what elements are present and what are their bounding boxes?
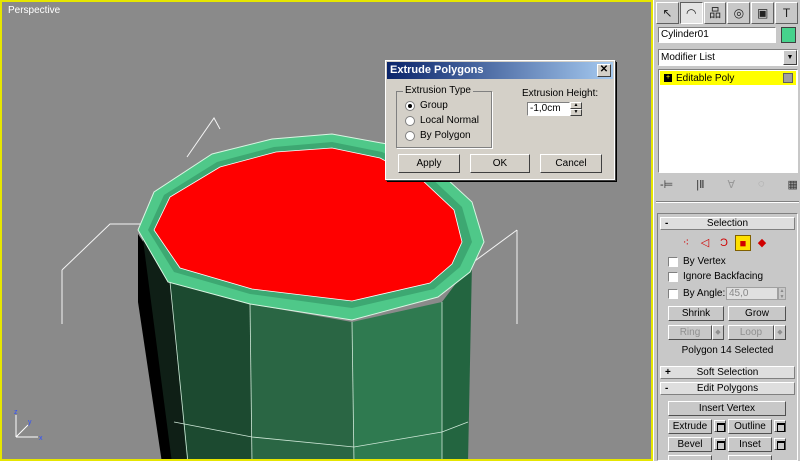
ring-button[interactable]: Ring bbox=[668, 325, 712, 340]
radio-by-polygon-indicator[interactable] bbox=[405, 130, 415, 141]
ignore-backfacing-checkbox[interactable]: Ignore Backfacing bbox=[668, 271, 763, 282]
edit-polygons-rollout-header[interactable]: - Edit Polygons bbox=[660, 382, 795, 395]
expand-icon: + bbox=[665, 367, 671, 378]
object-name-field[interactable]: Cylinder01 bbox=[658, 27, 776, 43]
radio-group-label[interactable]: Group bbox=[420, 100, 448, 111]
outline-settings-icon[interactable] bbox=[774, 420, 786, 432]
edit-polygons-title: Edit Polygons bbox=[696, 383, 759, 394]
radio-group-indicator[interactable] bbox=[405, 100, 415, 111]
hierarchy-icon[interactable]: 品 bbox=[703, 2, 727, 24]
ring-spinner-icon[interactable]: ◆ bbox=[712, 325, 724, 340]
display-icon[interactable]: ▣ bbox=[751, 2, 775, 24]
light-bulb-icon[interactable] bbox=[783, 73, 793, 83]
border-icon[interactable]: Ɔ bbox=[716, 235, 732, 251]
stack-item-editable-poly[interactable]: + Editable Poly bbox=[660, 71, 796, 85]
inset-button[interactable]: Inset bbox=[728, 437, 772, 452]
by-angle-checkbox[interactable]: By Angle: bbox=[668, 288, 725, 299]
radio-group[interactable]: Group bbox=[405, 100, 448, 111]
selection-rollout-header[interactable]: - Selection bbox=[660, 217, 795, 230]
sub-object-toolbar: ⁖ ◁ Ɔ ■ ◆ bbox=[678, 235, 770, 251]
extrude-button[interactable]: Extrude bbox=[668, 419, 712, 434]
grow-button[interactable]: Grow bbox=[728, 306, 786, 321]
radio-local-normal-indicator[interactable] bbox=[405, 115, 415, 126]
modify-icon[interactable]: ◠ bbox=[679, 2, 703, 24]
selection-rollout-title: Selection bbox=[706, 218, 749, 229]
bevel-button[interactable]: Bevel bbox=[668, 437, 712, 452]
cancel-button[interactable]: Cancel bbox=[540, 154, 602, 173]
angle-input[interactable]: 45,0 bbox=[726, 287, 778, 300]
selection-status: Polygon 14 Selected bbox=[681, 345, 774, 356]
extrusion-height-input[interactable]: -1,0cm bbox=[527, 102, 570, 116]
extrusion-type-label: Extrusion Type bbox=[403, 85, 473, 96]
stack-item-label: Editable Poly bbox=[676, 72, 735, 84]
svg-text:y: y bbox=[28, 419, 32, 426]
extrusion-height-label: Extrusion Height: bbox=[522, 88, 599, 99]
apply-button[interactable]: Apply bbox=[398, 154, 460, 173]
collapse-icon: - bbox=[665, 218, 669, 229]
make-unique-icon[interactable]: ∀ bbox=[728, 178, 736, 194]
modifier-stack[interactable]: + Editable Poly bbox=[658, 69, 798, 173]
motion-icon[interactable]: ◎ bbox=[727, 2, 751, 24]
rollout-area[interactable]: - Selection ⁖ ◁ Ɔ ■ ◆ By Vertex Ignore B… bbox=[657, 213, 798, 461]
utilities-icon[interactable]: T bbox=[775, 2, 798, 24]
extrude-settings-icon[interactable] bbox=[714, 420, 726, 432]
panel-divider bbox=[656, 201, 799, 203]
ok-button[interactable]: OK bbox=[470, 154, 530, 173]
soft-selection-rollout-header[interactable]: + Soft Selection bbox=[660, 366, 795, 379]
insert-vertex-button[interactable]: Insert Vertex bbox=[668, 401, 786, 416]
stack-toolbar: -⊨ |Ⅱ ∀ ◌ ▦ bbox=[660, 178, 798, 194]
spinner-up-icon[interactable]: ▲ bbox=[570, 102, 582, 109]
radio-local-normal-label[interactable]: Local Normal bbox=[420, 115, 479, 126]
element-icon[interactable]: ◆ bbox=[754, 235, 770, 251]
polygon-icon[interactable]: ■ bbox=[735, 235, 751, 251]
angle-spinner-icon[interactable]: ▲ ▼ bbox=[778, 287, 786, 300]
bevel-settings-icon[interactable] bbox=[714, 438, 726, 450]
shrink-button[interactable]: Shrink bbox=[668, 306, 724, 321]
edge-icon[interactable]: ◁ bbox=[697, 235, 713, 251]
vertex-icon[interactable]: ⁖ bbox=[678, 235, 694, 251]
close-icon[interactable]: ✕ bbox=[597, 64, 611, 77]
ignore-backfacing-label[interactable]: Ignore Backfacing bbox=[683, 271, 763, 282]
collapse-icon: - bbox=[665, 383, 669, 394]
partial-button-left[interactable] bbox=[668, 455, 712, 460]
pin-stack-icon[interactable]: -⊨ bbox=[660, 178, 673, 194]
modifier-list-label: Modifier List bbox=[661, 52, 715, 63]
configure-sets-icon[interactable]: ▦ bbox=[788, 178, 798, 194]
radio-local-normal[interactable]: Local Normal bbox=[405, 115, 479, 126]
object-color-swatch[interactable] bbox=[781, 27, 796, 43]
cylinder-mesh[interactable] bbox=[137, 133, 485, 461]
panel-tabbar: ↖ ◠ 品 ◎ ▣ T bbox=[656, 2, 799, 24]
create-icon[interactable]: ↖ bbox=[656, 2, 679, 24]
chevron-down-icon[interactable]: ▼ bbox=[783, 50, 797, 65]
by-angle-label[interactable]: By Angle: bbox=[683, 288, 725, 299]
loop-button[interactable]: Loop bbox=[728, 325, 774, 340]
loop-spinner-icon[interactable]: ◆ bbox=[774, 325, 786, 340]
extrusion-type-group: Extrusion Type Group Local Normal By Pol… bbox=[396, 85, 492, 148]
extrude-polygons-dialog: Extrude Polygons ✕ Extrusion Type Group … bbox=[385, 60, 615, 180]
extrusion-height-spinner[interactable]: -1,0cm ▲ ▼ bbox=[527, 102, 582, 116]
axis-gizmo-icon: x z y bbox=[14, 409, 43, 442]
radio-by-polygon[interactable]: By Polygon bbox=[405, 130, 471, 141]
svg-text:z: z bbox=[14, 409, 18, 416]
by-angle-box[interactable] bbox=[668, 288, 678, 299]
dialog-titlebar[interactable]: Extrude Polygons ✕ bbox=[387, 62, 613, 79]
dialog-title: Extrude Polygons bbox=[390, 64, 484, 76]
show-end-result-icon[interactable]: |Ⅱ bbox=[696, 178, 704, 194]
modifier-list-dropdown[interactable]: Modifier List ▼ bbox=[658, 49, 798, 66]
inset-settings-icon[interactable] bbox=[774, 438, 786, 450]
by-vertex-box[interactable] bbox=[668, 256, 678, 267]
partial-button-right[interactable] bbox=[728, 455, 772, 460]
by-vertex-checkbox[interactable]: By Vertex bbox=[668, 256, 726, 267]
by-vertex-label[interactable]: By Vertex bbox=[683, 256, 726, 267]
soft-selection-title: Soft Selection bbox=[696, 367, 759, 378]
radio-by-polygon-label[interactable]: By Polygon bbox=[420, 130, 471, 141]
remove-modifier-icon[interactable]: ◌ bbox=[758, 178, 765, 194]
expand-icon[interactable]: + bbox=[664, 74, 672, 82]
command-panel: ↖ ◠ 品 ◎ ▣ T Cylinder01 Modifier List ▼ +… bbox=[653, 0, 800, 461]
spinner-down-icon[interactable]: ▼ bbox=[570, 109, 582, 116]
svg-text:x: x bbox=[39, 435, 43, 442]
ignore-backfacing-box[interactable] bbox=[668, 271, 678, 282]
outline-button[interactable]: Outline bbox=[728, 419, 772, 434]
